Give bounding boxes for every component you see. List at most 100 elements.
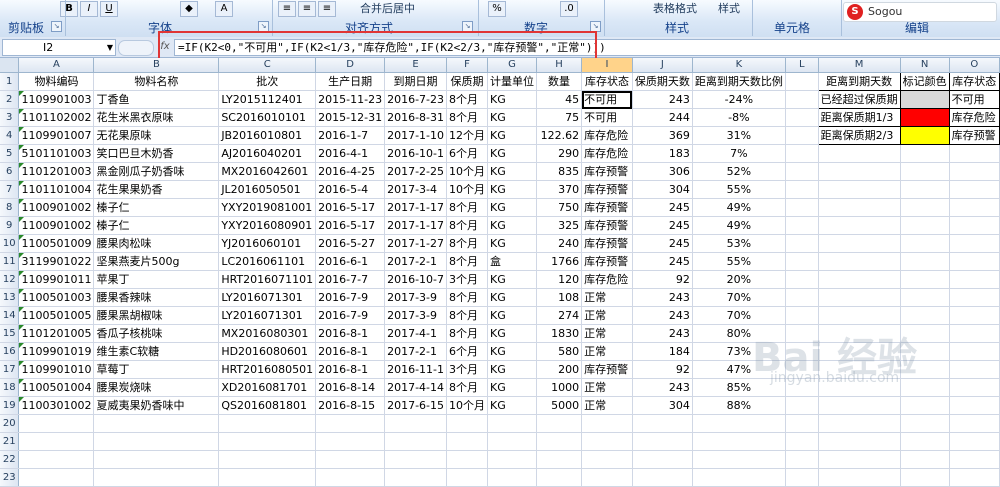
cell-m22[interactable] (818, 450, 901, 469)
cell-b1[interactable]: 物料名称 (93, 72, 220, 91)
cell-g10[interactable]: KG (487, 234, 538, 253)
cell-n1[interactable]: 标记颜色 (899, 72, 950, 91)
cell-l6[interactable] (785, 162, 819, 181)
cell-f11[interactable]: 8个月 (446, 252, 489, 271)
cell-i5[interactable]: 库存危险 (581, 144, 633, 163)
row-header[interactable]: 6 (0, 162, 20, 181)
cell-k3[interactable]: -8% (692, 108, 786, 127)
cell-e10[interactable]: 2017-1-27 (384, 234, 448, 253)
cell-n5[interactable] (900, 144, 950, 163)
font-color-icon[interactable]: A (215, 1, 233, 17)
cell-g18[interactable]: KG (487, 378, 538, 397)
cell-j7[interactable]: 304 (632, 180, 693, 199)
input-method-toolbar[interactable]: S Sogou (843, 2, 997, 22)
cell-o13[interactable] (949, 288, 1000, 307)
cell-i6[interactable]: 库存预警 (581, 162, 633, 181)
cell-o3[interactable]: 库存危险 (948, 108, 1000, 127)
row-header[interactable]: 20 (0, 414, 20, 433)
cell-i12[interactable]: 库存危险 (581, 270, 633, 289)
cell-g16[interactable]: KG (487, 342, 538, 361)
cell-g7[interactable]: KG (487, 180, 538, 199)
cell-o17[interactable] (949, 360, 1000, 379)
cell-j12[interactable]: 92 (632, 270, 693, 289)
cell-m3[interactable]: 距离保质期1/3 (817, 108, 901, 127)
cell-d9[interactable]: 2016-5-17 (315, 216, 386, 235)
cell-f6[interactable]: 10个月 (446, 162, 489, 181)
cell-l14[interactable] (785, 306, 819, 325)
cell-c19[interactable]: QS2016081801 (218, 396, 317, 415)
cell-l1[interactable] (785, 72, 819, 91)
cell-g20[interactable] (487, 414, 538, 433)
cell-o22[interactable] (949, 450, 1000, 469)
cell-f2[interactable]: 8个月 (446, 90, 489, 109)
cell-n7[interactable] (900, 180, 950, 199)
cell-c23[interactable] (218, 468, 317, 487)
cell-a5[interactable]: 5101101003 (18, 144, 95, 163)
cell-f5[interactable]: 6个月 (446, 144, 489, 163)
cell-k12[interactable]: 20% (692, 270, 786, 289)
cell-a18[interactable]: 1100501004 (18, 378, 95, 397)
cell-j6[interactable]: 306 (632, 162, 693, 181)
cell-i1[interactable]: 库存状态 (581, 72, 633, 91)
chevron-down-icon[interactable]: ▼ (107, 40, 113, 55)
cell-h8[interactable]: 750 (536, 198, 583, 217)
cell-h16[interactable]: 580 (536, 342, 583, 361)
cell-a19[interactable]: 1100301002 (18, 396, 95, 415)
cell-a6[interactable]: 1101201003 (18, 162, 95, 181)
cell-e8[interactable]: 2017-1-17 (384, 198, 448, 217)
cell-i21[interactable] (581, 432, 633, 451)
clipboard-launcher-icon[interactable]: ↘ (51, 21, 62, 32)
cell-j16[interactable]: 184 (632, 342, 693, 361)
column-header-c[interactable]: C (218, 58, 317, 73)
cell-g6[interactable]: KG (487, 162, 538, 181)
cell-n23[interactable] (900, 468, 950, 487)
cell-g5[interactable]: KG (487, 144, 538, 163)
cell-o23[interactable] (949, 468, 1000, 487)
cell-l22[interactable] (785, 450, 819, 469)
cell-b14[interactable]: 腰果黑胡椒味 (93, 306, 220, 325)
cell-e3[interactable]: 2016-8-31 (384, 108, 448, 127)
cell-o9[interactable] (949, 216, 1000, 235)
cell-c7[interactable]: JL2016050501 (218, 180, 317, 199)
cell-h17[interactable]: 200 (536, 360, 583, 379)
cell-b16[interactable]: 维生素C软糖 (93, 342, 220, 361)
cell-b7[interactable]: 花生果果奶香 (93, 180, 220, 199)
cell-l13[interactable] (785, 288, 819, 307)
cell-c16[interactable]: HD2016080601 (218, 342, 317, 361)
cell-m2[interactable]: 已经超过保质期 (817, 90, 901, 109)
cell-l3[interactable] (785, 108, 819, 127)
cell-h19[interactable]: 5000 (536, 396, 583, 415)
cell-f12[interactable]: 3个月 (446, 270, 489, 289)
cell-k22[interactable] (692, 450, 786, 469)
cell-a4[interactable]: 1109901007 (18, 126, 95, 145)
cell-d19[interactable]: 2016-8-15 (315, 396, 386, 415)
cell-o2[interactable]: 不可用 (948, 90, 1000, 109)
cell-a13[interactable]: 1100501003 (18, 288, 95, 307)
cell-d11[interactable]: 2016-6-1 (315, 252, 386, 271)
cell-e15[interactable]: 2017-4-1 (384, 324, 448, 343)
cell-j13[interactable]: 243 (632, 288, 693, 307)
cell-j2[interactable]: 243 (632, 90, 693, 109)
cell-m19[interactable] (818, 396, 901, 415)
cell-n13[interactable] (900, 288, 950, 307)
row-header[interactable]: 9 (0, 216, 20, 235)
cell-g13[interactable]: KG (487, 288, 538, 307)
cell-b21[interactable] (93, 432, 220, 451)
row-header[interactable]: 10 (0, 234, 20, 253)
column-header-i[interactable]: I (581, 58, 633, 73)
cell-d18[interactable]: 2016-8-14 (315, 378, 386, 397)
row-header[interactable]: 14 (0, 306, 20, 325)
cell-n10[interactable] (900, 234, 950, 253)
cell-h6[interactable]: 835 (536, 162, 583, 181)
cell-n11[interactable] (900, 252, 950, 271)
cell-c1[interactable]: 批次 (218, 72, 317, 91)
table-format-button[interactable]: 表格格式 (653, 1, 697, 16)
row-header[interactable]: 12 (0, 270, 20, 289)
cell-a16[interactable]: 1109901019 (18, 342, 95, 361)
cell-d3[interactable]: 2015-12-31 (315, 108, 386, 127)
cell-i22[interactable] (581, 450, 633, 469)
cell-h22[interactable] (536, 450, 583, 469)
column-header-o[interactable]: O (949, 58, 1000, 73)
cell-c14[interactable]: LY2016071301 (218, 306, 317, 325)
cell-f7[interactable]: 10个月 (446, 180, 489, 199)
